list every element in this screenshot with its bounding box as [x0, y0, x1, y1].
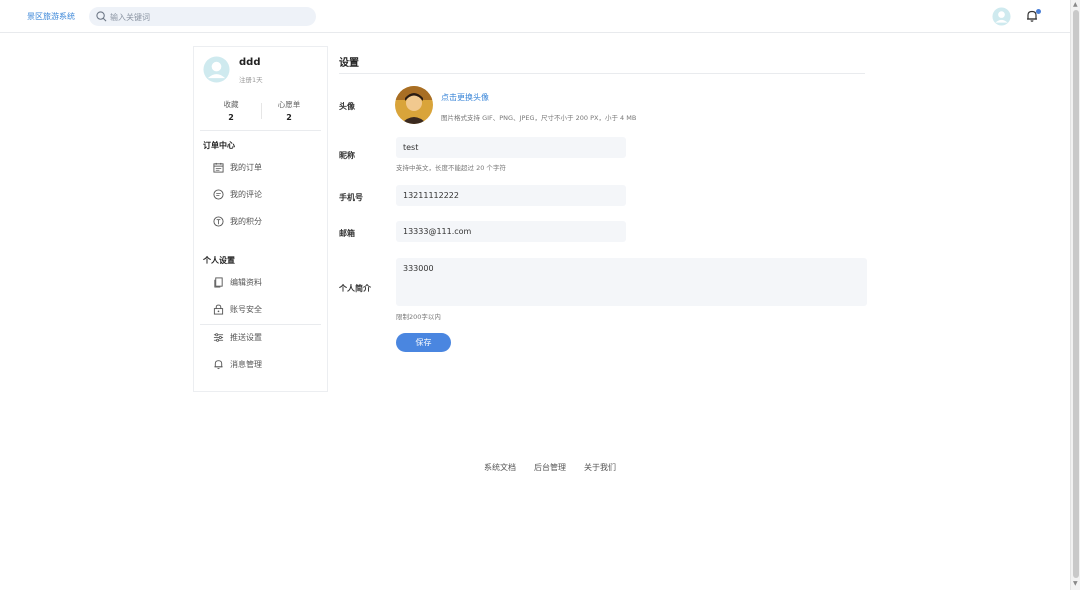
user-sidebar: ddd 注册1天 收藏 2 心愿单 2 订单中心 我的订单 我的评论 我的积分 …: [193, 46, 328, 392]
notification-dot: [1036, 9, 1041, 14]
sidebar-item-my-points[interactable]: 我的积分: [213, 215, 313, 229]
avatar-hint: 图片格式支持 GIF、PNG、JPEG，尺寸不小于 200 PX，小于 4 MB: [441, 114, 637, 122]
phone-input[interactable]: [396, 185, 626, 206]
sidebar-item-message-management[interactable]: 消息管理: [213, 358, 313, 372]
title-divider: [339, 73, 865, 74]
sidebar-item-my-comments[interactable]: 我的评论: [213, 188, 313, 202]
comment-icon: [213, 189, 224, 200]
calendar-icon: [213, 162, 224, 173]
stat-label: 收藏: [223, 100, 239, 109]
email-input[interactable]: [396, 221, 626, 242]
sidebar-item-label: 消息管理: [230, 360, 262, 369]
divider: [200, 324, 321, 325]
profile-photo[interactable]: [395, 86, 433, 124]
bio-hint: 限制200字以内: [396, 313, 441, 321]
save-button[interactable]: 保存: [396, 333, 451, 352]
phone-label: 手机号: [339, 193, 363, 202]
sidebar-item-label: 我的订单: [230, 163, 262, 172]
footer-link-docs[interactable]: 系统文档: [484, 462, 516, 473]
search-input[interactable]: 输入关键词: [110, 12, 150, 23]
lock-icon: [213, 304, 224, 315]
registration-info: 注册1天: [239, 76, 263, 84]
profile-photo-image: [395, 86, 433, 124]
points-icon: [213, 216, 224, 227]
divider: [200, 130, 321, 131]
edit-profile-icon: [214, 277, 223, 288]
scroll-thumb[interactable]: [1073, 10, 1079, 578]
sidebar-item-my-orders[interactable]: 我的订单: [213, 161, 313, 175]
sliders-icon: [213, 333, 224, 342]
sidebar-item-label: 我的积分: [230, 217, 262, 226]
footer-link-about[interactable]: 关于我们: [584, 462, 616, 473]
change-avatar-link[interactable]: 点击更换头像: [441, 92, 489, 103]
nickname-label: 昵称: [339, 151, 355, 160]
sidebar-item-label: 账号安全: [230, 305, 262, 314]
stat-wishlist[interactable]: 心愿单 2: [259, 99, 319, 122]
bell-icon: [214, 360, 223, 370]
sidebar-item-label: 推送设置: [230, 333, 262, 342]
scroll-up-icon[interactable]: ▲: [1073, 1, 1078, 8]
stat-label: 心愿单: [277, 100, 301, 109]
profile-avatar-icon[interactable]: [203, 56, 230, 83]
nickname-hint: 支持中英文，长度不能超过 20 个字符: [396, 164, 506, 172]
username: ddd: [239, 57, 261, 68]
page-title: 设置: [339, 58, 359, 69]
user-avatar-icon[interactable]: [992, 7, 1011, 26]
page-scrollbar[interactable]: ▲ ▼: [1070, 0, 1080, 590]
search-icon: [96, 11, 107, 22]
search-bar[interactable]: 输入关键词: [89, 7, 316, 26]
sidebar-item-account-security[interactable]: 账号安全: [213, 303, 313, 317]
sidebar-item-label: 编辑资料: [230, 278, 262, 287]
sidebar-item-edit-profile[interactable]: 编辑资料: [213, 276, 313, 290]
email-label: 邮箱: [339, 229, 355, 238]
stat-favorites[interactable]: 收藏 2: [201, 99, 261, 122]
stat-value: 2: [228, 113, 234, 122]
nickname-input[interactable]: [396, 137, 626, 158]
bio-textarea[interactable]: 333000: [396, 258, 867, 306]
avatar-label: 头像: [339, 102, 355, 111]
scroll-down-icon[interactable]: ▼: [1073, 580, 1078, 587]
sidebar-item-push-settings[interactable]: 推送设置: [213, 331, 313, 345]
sidebar-item-label: 我的评论: [230, 190, 262, 199]
site-logo[interactable]: 景区旅游系统: [27, 11, 75, 22]
top-header: 景区旅游系统 输入关键词: [0, 0, 1070, 33]
bio-label: 个人简介: [339, 284, 371, 293]
order-center-heading: 订单中心: [203, 141, 235, 150]
stat-value: 2: [286, 113, 292, 122]
personal-settings-heading: 个人设置: [203, 256, 235, 265]
footer-link-admin[interactable]: 后台管理: [534, 462, 566, 473]
